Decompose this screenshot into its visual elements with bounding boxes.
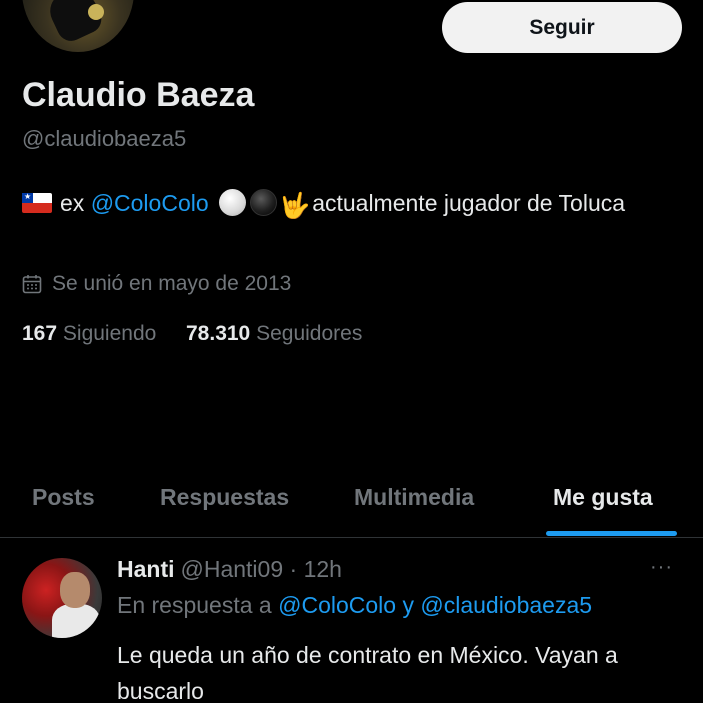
calendar-icon [22, 275, 42, 294]
tab-likes[interactable]: Me gusta [553, 484, 653, 511]
avatar-shirt [52, 604, 100, 638]
white-circle-icon [219, 189, 247, 216]
profile-name: Claudio Baeza [22, 76, 255, 114]
bio-text: actualmente jugador de Toluca [312, 190, 626, 216]
rock-hand-icon: 🤟 [279, 191, 311, 220]
profile-tabs: Posts Respuestas Multimedia Me gusta [0, 476, 703, 538]
following-label: Siguiendo [62, 322, 157, 345]
reply-prefix: En respuesta a [117, 592, 272, 618]
follow-button[interactable]: Seguir [442, 2, 682, 53]
tweet-author-handle[interactable]: @Hanti09 [181, 556, 284, 582]
bio-mention-link[interactable]: @ColoColo [91, 190, 209, 216]
tweet-separator: · [289, 556, 298, 582]
reply-mention-colocolo[interactable]: @ColoColo [278, 592, 396, 618]
avatar-head [60, 572, 90, 608]
bio-prefix: ex [60, 190, 85, 216]
followers-label: Seguidores [256, 322, 363, 345]
join-date: Se unió en mayo de 2013 [22, 272, 291, 296]
chile-flag-icon [22, 191, 52, 213]
tab-media[interactable]: Multimedia [354, 484, 474, 511]
profile-bio: ex @ColoColo 🤟actualmente jugador de Tol… [22, 184, 672, 225]
profile-handle: @claudiobaeza5 [22, 126, 187, 151]
tweet-time[interactable]: 12h [304, 556, 342, 582]
tweet-author-avatar[interactable] [22, 558, 102, 638]
following-count: 167 [22, 322, 58, 345]
followers-count: 78.310 [186, 322, 251, 345]
tweet-author-name[interactable]: Hanti [117, 556, 175, 582]
avatar-glove [88, 4, 104, 20]
more-options-icon[interactable]: ··· [650, 556, 673, 579]
black-circle-icon [250, 189, 278, 216]
join-date-text: Se unió en mayo de 2013 [52, 272, 292, 295]
reply-context: En respuesta a @ColoColo y @claudiobaeza… [117, 592, 592, 619]
following-link[interactable]: 167 Siguiendo [22, 322, 156, 345]
tab-replies[interactable]: Respuestas [160, 484, 289, 511]
reply-mention-claudiobaeza5[interactable]: @claudiobaeza5 [420, 592, 592, 618]
reply-joiner: y [402, 592, 414, 618]
profile-avatar[interactable] [22, 0, 134, 52]
followers-link[interactable]: 78.310 Seguidores [186, 322, 362, 345]
profile-stats: 167 Siguiendo 78.310 Seguidores [22, 322, 362, 346]
tweet-header: Hanti @Hanti09 · 12h [117, 556, 342, 583]
tab-posts[interactable]: Posts [32, 484, 95, 511]
tweet-text: Le queda un año de contrato en México. V… [117, 642, 618, 703]
active-tab-indicator [546, 531, 677, 536]
